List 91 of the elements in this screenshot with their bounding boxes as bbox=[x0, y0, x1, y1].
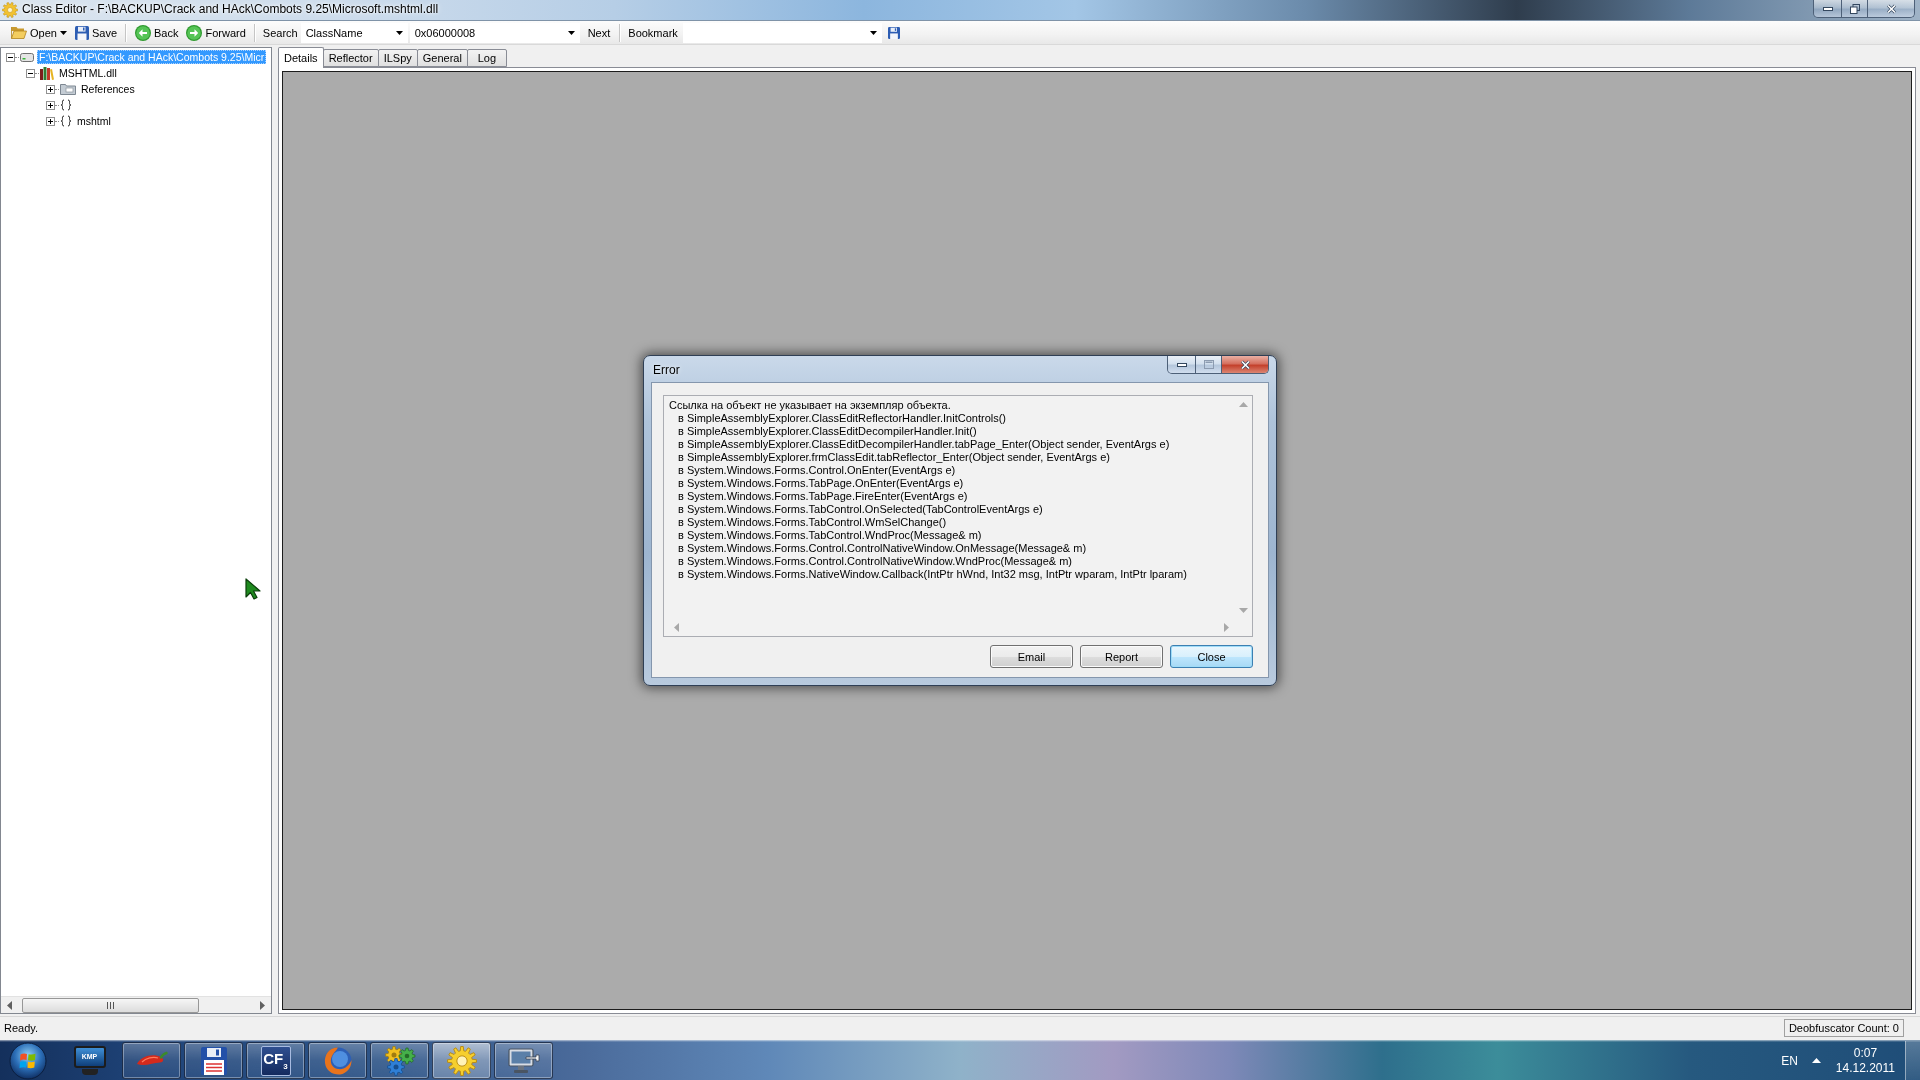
minimize-button[interactable] bbox=[1168, 356, 1195, 373]
status-panel: Deobfuscator Count: 0 bbox=[1783, 1018, 1904, 1037]
stack-trace-line: в System.Windows.Forms.Control.ControlNativeWindow.WndProc(Message& m) bbox=[677, 555, 1073, 568]
dialog-button[interactable]: Report bbox=[1080, 645, 1163, 668]
search-value-dropdown[interactable]: 0x06000008 bbox=[409, 22, 580, 43]
dialog-button[interactable]: Close bbox=[1170, 645, 1253, 668]
taskbar-button[interactable] bbox=[432, 1042, 491, 1079]
tab[interactable]: ILSpy bbox=[377, 49, 418, 67]
caret-down-icon bbox=[395, 30, 403, 35]
caret-down-icon bbox=[869, 30, 877, 35]
search-label: Search bbox=[261, 26, 299, 39]
toolbar-button[interactable]: Open bbox=[7, 21, 71, 44]
toolbar-button[interactable]: Forward bbox=[182, 21, 250, 44]
error-details-field[interactable] bbox=[663, 395, 1253, 637]
tab[interactable]: Log bbox=[466, 49, 507, 67]
minus-box-icon[interactable] bbox=[26, 68, 35, 78]
stack-trace-line: в SimpleAssemblyExplorer.ClassEditDecompilerHandler.Init() bbox=[677, 425, 978, 438]
stack-trace-line: в SimpleAssemblyExplorer.ClassEditReflectorHandler.InitControls() bbox=[677, 412, 1008, 425]
close-button[interactable] bbox=[1221, 356, 1268, 373]
taskbar-button[interactable] bbox=[184, 1042, 243, 1079]
folder-icon bbox=[60, 83, 76, 95]
status-text: Ready. bbox=[4, 1021, 39, 1034]
stack-trace-line: в System.Windows.Forms.TabControl.WmSelChange() bbox=[677, 516, 948, 529]
dialog-button[interactable]: Email bbox=[990, 645, 1073, 668]
gear-icon bbox=[2, 2, 18, 18]
tree-item[interactable]: MSHTML.dll bbox=[57, 66, 119, 80]
stack-trace-line: в System.Windows.Forms.TabPage.FireEnter(EventArgs e) bbox=[677, 490, 969, 503]
taskbar-button[interactable] bbox=[494, 1042, 553, 1079]
scroll-left-icon[interactable] bbox=[7, 1000, 12, 1010]
arrow-left-icon bbox=[135, 24, 151, 41]
tree-item[interactable]: mshtml bbox=[75, 114, 113, 128]
horizontal-scrollbar[interactable] bbox=[1, 996, 271, 1013]
error-message-text: Ссылка на объект не указывает на экземпляр объекта. bbox=[669, 399, 952, 412]
maximize-icon bbox=[1203, 360, 1214, 369]
restore-icon bbox=[1849, 3, 1860, 14]
cursor-icon bbox=[245, 578, 263, 600]
stack-trace-line: в System.Windows.Forms.TabControl.WndProc(Message& m) bbox=[677, 529, 983, 542]
maximize-button[interactable] bbox=[1195, 356, 1221, 373]
taskbar-button[interactable] bbox=[308, 1042, 367, 1079]
tab[interactable]: General bbox=[416, 49, 468, 67]
bookmark-label: Bookmark bbox=[627, 26, 679, 39]
plus-box-icon[interactable] bbox=[46, 84, 55, 94]
plus-box-icon[interactable] bbox=[46, 116, 55, 126]
stack-trace-line: в System.Windows.Forms.TabPage.OnEnter(EventArgs e) bbox=[677, 477, 965, 490]
logo-tile: CF$_{3}$ bbox=[260, 1045, 291, 1076]
language-indicator[interactable]: EN bbox=[1781, 1053, 1798, 1068]
stack-trace-line: в System.Windows.Forms.Control.OnEnter(EventArgs e) bbox=[677, 464, 957, 477]
stack-trace-line: в System.Windows.Forms.NativeWindow.Callback(IntPtr hWnd, Int32 msg, IntPtr wparam, IntPtr lparam) bbox=[677, 568, 1188, 581]
books-icon bbox=[40, 66, 54, 80]
search-type-dropdown[interactable]: ClassName bbox=[300, 22, 408, 43]
braces-icon bbox=[60, 115, 72, 127]
show-desktop-button[interactable] bbox=[1905, 1040, 1920, 1080]
caret-up-icon[interactable] bbox=[1811, 1058, 1821, 1063]
gears-icon bbox=[383, 1045, 416, 1076]
dialog-title: Error bbox=[653, 363, 680, 377]
close-button[interactable] bbox=[1867, 0, 1914, 17]
toolbar-button[interactable]: Back bbox=[131, 21, 183, 44]
stack-trace-line: в SimpleAssemblyExplorer.frmClassEdit.tabReflector_Enter(Object sender, EventArgs e) bbox=[677, 451, 1111, 464]
grip-icon bbox=[107, 1001, 114, 1009]
minimize-button[interactable] bbox=[1814, 0, 1841, 17]
taskbar-button[interactable] bbox=[370, 1042, 429, 1079]
orb-icon bbox=[9, 1041, 47, 1080]
stack-trace-line: в System.Windows.Forms.TabControl.OnSelected(TabControlEventArgs e) bbox=[677, 503, 1044, 516]
tree-item[interactable]: References bbox=[79, 82, 137, 96]
globe-icon bbox=[322, 1045, 353, 1076]
scroll-right-icon[interactable] bbox=[260, 1000, 265, 1010]
toolbar-button[interactable]: Save bbox=[70, 21, 121, 44]
next-button[interactable]: Next bbox=[582, 21, 616, 44]
caret-down-icon bbox=[567, 30, 575, 35]
minimize-icon bbox=[1822, 6, 1833, 11]
window-title: Class Editor - F:\BACKUP\Crack and HAck\Combots 9.25\Microsoft.mshtml.dll bbox=[22, 1, 439, 18]
gear-icon bbox=[446, 1045, 477, 1076]
tab[interactable]: Details bbox=[278, 47, 324, 68]
close-icon bbox=[1239, 359, 1251, 370]
minus-box-icon[interactable] bbox=[6, 52, 15, 62]
clock-date[interactable]: 14.12.2011 bbox=[1835, 1060, 1895, 1076]
drive-icon bbox=[20, 52, 34, 62]
tab[interactable]: Reflector bbox=[322, 49, 379, 67]
taskbar-button[interactable]: CF$_{3}$ bbox=[246, 1042, 305, 1079]
restore-button[interactable] bbox=[1841, 0, 1867, 17]
plus-box-icon[interactable] bbox=[46, 100, 55, 110]
minimize-icon bbox=[1176, 362, 1187, 367]
folder-icon bbox=[11, 26, 27, 39]
monitor-icon bbox=[507, 1047, 540, 1074]
scroll-thumb[interactable] bbox=[22, 997, 199, 1013]
stack-trace-line: в SimpleAssemblyExplorer.ClassEditDecompilerHandler.tabPage_Enter(Object sender, EventArgs e) bbox=[677, 438, 1171, 451]
stack-trace-line: в System.Windows.Forms.Control.ControlNativeWindow.OnMessage(Message& m) bbox=[677, 542, 1088, 555]
clock-time[interactable]: 0:07 bbox=[1853, 1045, 1878, 1061]
taskbar-button[interactable] bbox=[122, 1042, 181, 1079]
arrow-right-icon bbox=[186, 24, 203, 41]
close-icon bbox=[1885, 3, 1897, 14]
